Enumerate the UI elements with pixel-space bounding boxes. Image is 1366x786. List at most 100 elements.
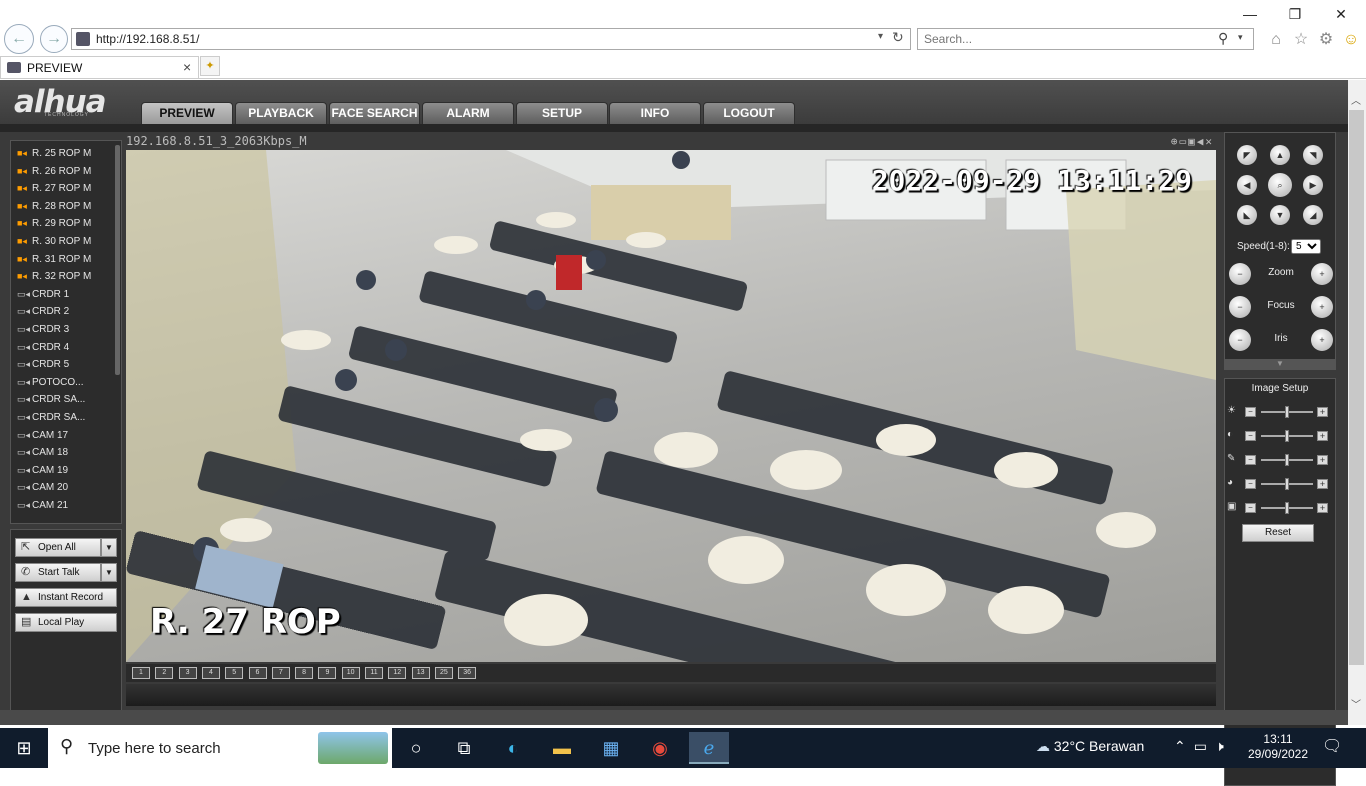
back-button[interactable]: ← bbox=[4, 24, 34, 54]
page-scrollbar[interactable]: ︿ ﹀ bbox=[1348, 80, 1366, 725]
system-tray-icons[interactable]: ⌃▭🕨 bbox=[1174, 738, 1232, 755]
video-toolbar-icons[interactable]: ⊕▭▣◀✕ bbox=[1171, 134, 1214, 149]
device-item[interactable]: ■◂ R. 30 ROP M bbox=[17, 233, 117, 250]
device-item[interactable]: ▭◂ CRDR 2 bbox=[17, 303, 117, 320]
start-talk-button[interactable]: ✆ Start Talk bbox=[15, 563, 101, 582]
split-mode-button[interactable]: 25 bbox=[434, 667, 453, 679]
chrome-icon[interactable]: ◉ bbox=[640, 732, 680, 764]
speed-select[interactable]: 5 bbox=[1291, 239, 1321, 254]
device-item[interactable]: ▭◂ CRDR 3 bbox=[17, 321, 117, 338]
device-item[interactable]: ▭◂ CRDR SA... bbox=[17, 409, 117, 426]
task-view-icon[interactable]: ⧉ bbox=[444, 732, 484, 764]
address-dropdown-icon[interactable]: ▾ bbox=[878, 31, 883, 42]
windows-start-icon[interactable]: ⊞ bbox=[0, 728, 48, 768]
device-item[interactable]: ▭◂ CAM 17 bbox=[17, 427, 117, 444]
notification-icon[interactable]: 🗨 bbox=[1322, 736, 1342, 756]
slider-decrease-button[interactable]: − bbox=[1245, 455, 1256, 465]
ptz-up-left-button[interactable]: ◤ bbox=[1237, 145, 1257, 165]
device-item[interactable]: ▭◂ CRDR 5 bbox=[17, 356, 117, 373]
refresh-icon[interactable]: ↻ bbox=[892, 29, 904, 46]
ptz-zoom-center-icon[interactable]: ⌕ bbox=[1268, 173, 1292, 197]
split-mode-button[interactable]: 2 bbox=[155, 667, 174, 679]
scroll-up-icon[interactable]: ︿ bbox=[1351, 92, 1361, 107]
ptz-collapse-icon[interactable]: ▼ bbox=[1225, 359, 1335, 369]
device-item[interactable]: ■◂ R. 25 ROP M bbox=[17, 145, 117, 162]
browser-search-input[interactable] bbox=[924, 31, 1204, 47]
search-icon[interactable]: ⚲ bbox=[1218, 30, 1228, 47]
device-item[interactable]: ▭◂ CRDR SA... bbox=[17, 391, 117, 408]
nav-setup[interactable]: SETUP bbox=[516, 102, 608, 124]
device-item[interactable]: ■◂ R. 29 ROP M bbox=[17, 215, 117, 232]
zoom-out-button[interactable]: − bbox=[1229, 263, 1251, 285]
new-tab-button[interactable]: ✦ bbox=[200, 56, 220, 76]
nav-alarm[interactable]: ALARM bbox=[422, 102, 514, 124]
split-mode-button[interactable]: 12 bbox=[388, 667, 407, 679]
open-all-button[interactable]: ⇱ Open All bbox=[15, 538, 101, 557]
ptz-up-button[interactable]: ▲ bbox=[1270, 145, 1290, 165]
search-dropdown-icon[interactable]: ▾ bbox=[1238, 32, 1243, 43]
slider-knob[interactable] bbox=[1285, 454, 1289, 466]
split-mode-button[interactable]: 7 bbox=[271, 667, 290, 679]
scrollbar-thumb[interactable] bbox=[1349, 110, 1364, 665]
taskbar-search[interactable]: ⚲ Type here to search bbox=[48, 728, 392, 768]
device-item[interactable]: ■◂ R. 26 ROP M bbox=[17, 163, 117, 180]
smiley-icon[interactable]: ☺ bbox=[1341, 30, 1361, 50]
iris-plus-button[interactable]: + bbox=[1311, 329, 1333, 351]
slider-knob[interactable] bbox=[1285, 502, 1289, 514]
taskbar-clock[interactable]: 13:11 29/09/2022 bbox=[1246, 732, 1310, 762]
video-view[interactable]: 2022-09-29 13:11:29 R. 27 ROP bbox=[126, 150, 1216, 662]
cortana-icon[interactable]: ○ bbox=[396, 732, 436, 764]
slider-knob[interactable] bbox=[1285, 478, 1289, 490]
device-item[interactable]: ▭◂ CAM 20 bbox=[17, 479, 117, 496]
nav-playback[interactable]: PLAYBACK bbox=[235, 102, 327, 124]
scroll-down-icon[interactable]: ﹀ bbox=[1351, 696, 1361, 711]
slider-increase-button[interactable]: + bbox=[1317, 407, 1328, 417]
nav-face-search[interactable]: FACE SEARCH bbox=[329, 102, 420, 124]
slider-increase-button[interactable]: + bbox=[1317, 479, 1328, 489]
device-item[interactable]: ■◂ R. 31 ROP M bbox=[17, 251, 117, 268]
split-mode-button[interactable]: 6 bbox=[248, 667, 267, 679]
ptz-down-right-button[interactable]: ◢ bbox=[1303, 205, 1323, 225]
slider-increase-button[interactable]: + bbox=[1317, 431, 1328, 441]
minimize-button[interactable]: — bbox=[1235, 4, 1265, 24]
slider-decrease-button[interactable]: − bbox=[1245, 407, 1256, 417]
edge-icon[interactable]: ◐ bbox=[493, 732, 533, 764]
device-item[interactable]: ▭◂ CAM 18 bbox=[17, 444, 117, 461]
focus-plus-button[interactable]: + bbox=[1311, 296, 1333, 318]
ptz-down-button[interactable]: ▼ bbox=[1270, 205, 1290, 225]
slider-increase-button[interactable]: + bbox=[1317, 503, 1328, 513]
split-mode-button[interactable]: 36 bbox=[458, 667, 477, 679]
star-icon[interactable]: ☆ bbox=[1291, 30, 1311, 50]
iris-minus-button[interactable]: − bbox=[1229, 329, 1251, 351]
device-item[interactable]: ▭◂ CRDR 1 bbox=[17, 286, 117, 303]
forward-button[interactable]: → bbox=[40, 25, 68, 53]
split-mode-button[interactable]: 4 bbox=[201, 667, 220, 679]
local-play-button[interactable]: ▤ Local Play bbox=[15, 613, 117, 632]
device-item[interactable]: ▭◂ CRDR 4 bbox=[17, 339, 117, 356]
nav-logout[interactable]: LOGOUT bbox=[703, 102, 795, 124]
split-mode-button[interactable]: 10 bbox=[341, 667, 360, 679]
close-window-button[interactable]: ✕ bbox=[1326, 4, 1356, 24]
home-icon[interactable]: ⌂ bbox=[1266, 30, 1286, 50]
ptz-left-button[interactable]: ◀ bbox=[1237, 175, 1257, 195]
slider-knob[interactable] bbox=[1285, 406, 1289, 418]
tab-close-icon[interactable]: × bbox=[183, 59, 191, 75]
ie-icon[interactable]: ℯ bbox=[689, 732, 729, 764]
device-item[interactable]: ■◂ R. 28 ROP M bbox=[17, 198, 117, 215]
slider-knob[interactable] bbox=[1285, 430, 1289, 442]
focus-minus-button[interactable]: − bbox=[1229, 296, 1251, 318]
ptz-right-button[interactable]: ▶ bbox=[1303, 175, 1323, 195]
device-item[interactable]: ▭◂ CAM 21 bbox=[17, 497, 117, 514]
split-mode-button[interactable]: 8 bbox=[295, 667, 314, 679]
reset-button[interactable]: Reset bbox=[1242, 524, 1314, 542]
device-item[interactable]: ▭◂ CAM 19 bbox=[17, 462, 117, 479]
split-mode-button[interactable]: 3 bbox=[178, 667, 197, 679]
device-item[interactable]: ■◂ R. 32 ROP M bbox=[17, 268, 117, 285]
instant-record-button[interactable]: ▲ Instant Record bbox=[15, 588, 117, 607]
device-item[interactable]: ■◂ R. 27 ROP M bbox=[17, 180, 117, 197]
store-icon[interactable]: ▦ bbox=[591, 732, 631, 764]
weather-widget[interactable]: ☁ 32°C Berawan bbox=[1036, 738, 1144, 755]
browser-tab[interactable]: PREVIEW × bbox=[0, 56, 199, 78]
split-mode-button[interactable]: 11 bbox=[365, 667, 383, 679]
ptz-down-left-button[interactable]: ◣ bbox=[1237, 205, 1257, 225]
